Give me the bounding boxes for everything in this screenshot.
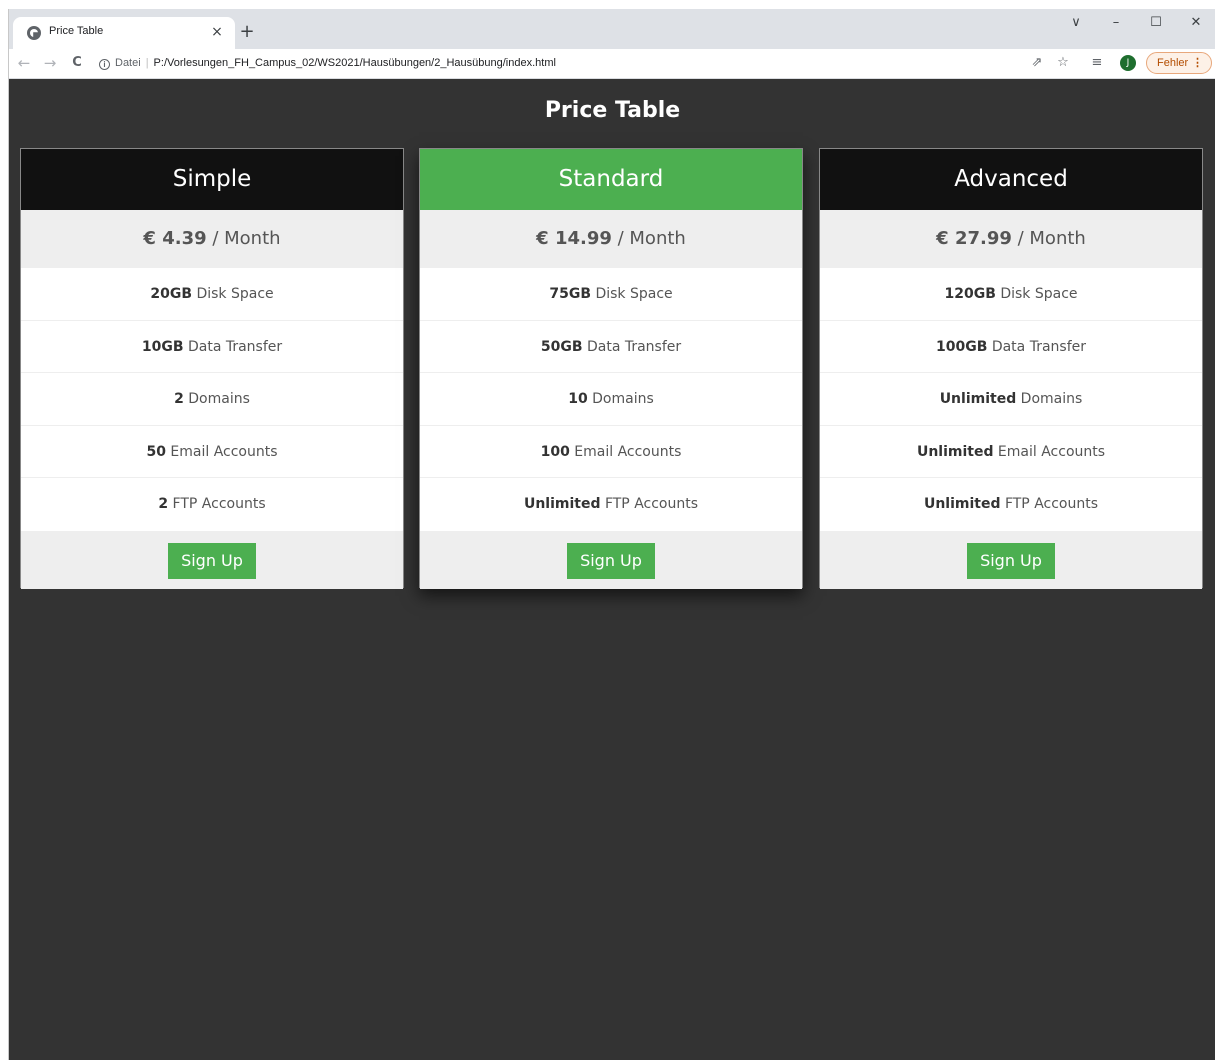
feature-label: Disk Space	[591, 286, 673, 302]
close-window-button[interactable]: ✕	[1176, 13, 1215, 37]
forward-arrow-icon[interactable]: →	[39, 52, 61, 74]
page-content: Price Table Simple € 4.39 / Month 20GB D…	[9, 80, 1215, 1060]
plan-name: Standard	[420, 149, 802, 210]
plan-price: € 4.39 / Month	[21, 210, 403, 268]
reload-icon[interactable]: C	[66, 52, 88, 74]
price-amount: € 4.39	[143, 228, 207, 249]
signup-row: Sign Up	[820, 530, 1202, 589]
feature-label: Email Accounts	[993, 443, 1106, 460]
bookmark-star-icon[interactable]: ☆	[1053, 53, 1073, 73]
feature-value: 100	[540, 443, 570, 460]
feature-value: Unlimited	[939, 391, 1017, 408]
feature-label: Disk Space	[995, 286, 1078, 302]
feature-value: Unlimited	[523, 496, 601, 513]
feature-data-transfer: 100GB Data Transfer	[820, 320, 1202, 374]
feature-label: FTP Accounts	[600, 496, 699, 513]
plan-card-simple: Simple € 4.39 / Month 20GB Disk Space 10…	[20, 148, 404, 589]
feature-ftp-accounts: 2 FTP Accounts	[21, 478, 403, 531]
address-bar[interactable]: i Datei | P:/Vorlesungen_FH_Campus_02/WS202…	[99, 51, 929, 75]
feature-value: 10GB	[141, 338, 184, 355]
tab-title: Price Table	[49, 25, 104, 37]
omnibox-separator: |	[145, 57, 149, 69]
price-amount: € 14.99	[536, 228, 612, 249]
plan-price: € 14.99 / Month	[420, 210, 802, 268]
feature-label: Domains	[183, 391, 250, 408]
plan-price: € 27.99 / Month	[820, 210, 1202, 268]
globe-icon	[27, 26, 41, 40]
feature-data-transfer: 50GB Data Transfer	[420, 320, 802, 374]
reading-list-icon[interactable]: ≡	[1087, 53, 1107, 73]
new-tab-button[interactable]: +	[235, 21, 259, 45]
feature-label: FTP Accounts	[1000, 496, 1099, 513]
feature-value: Unlimited	[923, 496, 1001, 513]
plan-card-standard: Standard € 14.99 / Month 75GB Disk Space…	[419, 148, 803, 589]
feature-ftp-accounts: Unlimited FTP Accounts	[820, 478, 1202, 531]
minimize-button[interactable]: –	[1096, 13, 1136, 37]
feature-value: 20GB	[150, 286, 192, 302]
tab-strip: Price Table × + ∨ – ☐ ✕	[9, 9, 1215, 49]
signup-row: Sign Up	[21, 530, 403, 589]
maximize-button[interactable]: ☐	[1136, 13, 1176, 37]
price-period: / Month	[206, 228, 281, 249]
plan-card-advanced: Advanced € 27.99 / Month 120GB Disk Spac…	[819, 148, 1203, 589]
feature-value: Unlimited	[916, 443, 994, 460]
feature-value: 2	[158, 496, 169, 513]
feature-label: FTP Accounts	[168, 496, 266, 513]
feature-value: 50GB	[540, 338, 583, 355]
feature-value: 100GB	[935, 338, 988, 355]
feature-email-accounts: 50 Email Accounts	[21, 425, 403, 479]
plan-name: Advanced	[820, 149, 1202, 210]
feature-value: 75GB	[549, 286, 591, 302]
feature-value: 2	[174, 391, 184, 408]
plan-name: Simple	[21, 149, 403, 210]
url-text[interactable]: P:/Vorlesungen_FH_Campus_02/WS2021/Hausü…	[154, 57, 556, 69]
feature-domains: 10 Domains	[420, 373, 802, 426]
feature-email-accounts: 100 Email Accounts	[420, 425, 802, 479]
feature-value: 50	[146, 443, 166, 460]
sign-up-button[interactable]: Sign Up	[567, 542, 655, 579]
close-tab-icon[interactable]: ×	[208, 23, 226, 41]
file-scheme-label: Datei	[115, 57, 141, 69]
feature-label: Data Transfer	[987, 338, 1086, 355]
feature-disk-space: 120GB Disk Space	[820, 268, 1202, 321]
feature-email-accounts: Unlimited Email Accounts	[820, 425, 1202, 479]
browser-window: Price Table × + ∨ – ☐ ✕ ← → C i Datei | P:/…	[8, 9, 1215, 1060]
tab-search-icon[interactable]: ∨	[1056, 13, 1096, 37]
back-arrow-icon[interactable]: ←	[13, 52, 35, 74]
feature-label: Disk Space	[192, 286, 274, 302]
tab-price-table[interactable]: Price Table ×	[13, 17, 235, 49]
feature-value: 10	[568, 391, 588, 408]
feature-label: Data Transfer	[582, 338, 682, 355]
feature-ftp-accounts: Unlimited FTP Accounts	[420, 478, 802, 531]
info-icon[interactable]: i	[99, 59, 110, 70]
error-button[interactable]: Fehler ⋮	[1146, 52, 1212, 74]
browser-toolbar: ← → C i Datei | P:/Vorlesungen_FH_Campus_02…	[9, 49, 1215, 79]
feature-domains: 2 Domains	[21, 373, 403, 426]
share-icon[interactable]: ⇗	[1027, 53, 1047, 73]
signup-row: Sign Up	[420, 530, 802, 589]
sign-up-button[interactable]: Sign Up	[168, 542, 256, 579]
feature-label: Domains	[587, 391, 654, 408]
feature-label: Data Transfer	[183, 338, 283, 355]
feature-label: Domains	[1016, 391, 1083, 408]
feature-disk-space: 75GB Disk Space	[420, 268, 802, 321]
error-label: Fehler	[1157, 57, 1189, 69]
profile-avatar[interactable]: J	[1120, 55, 1136, 71]
page-title: Price Table	[544, 98, 681, 123]
price-period: / Month	[611, 228, 686, 249]
feature-label: Email Accounts	[569, 443, 682, 460]
feature-disk-space: 20GB Disk Space	[21, 268, 403, 321]
price-amount: € 27.99	[936, 228, 1012, 249]
sign-up-button[interactable]: Sign Up	[967, 542, 1055, 579]
feature-value: 120GB	[944, 286, 996, 302]
feature-data-transfer: 10GB Data Transfer	[21, 320, 403, 374]
price-period: / Month	[1011, 228, 1086, 249]
feature-domains: Unlimited Domains	[820, 373, 1202, 426]
kebab-menu-icon: ⋮	[1192, 57, 1203, 69]
feature-label: Email Accounts	[165, 443, 278, 460]
